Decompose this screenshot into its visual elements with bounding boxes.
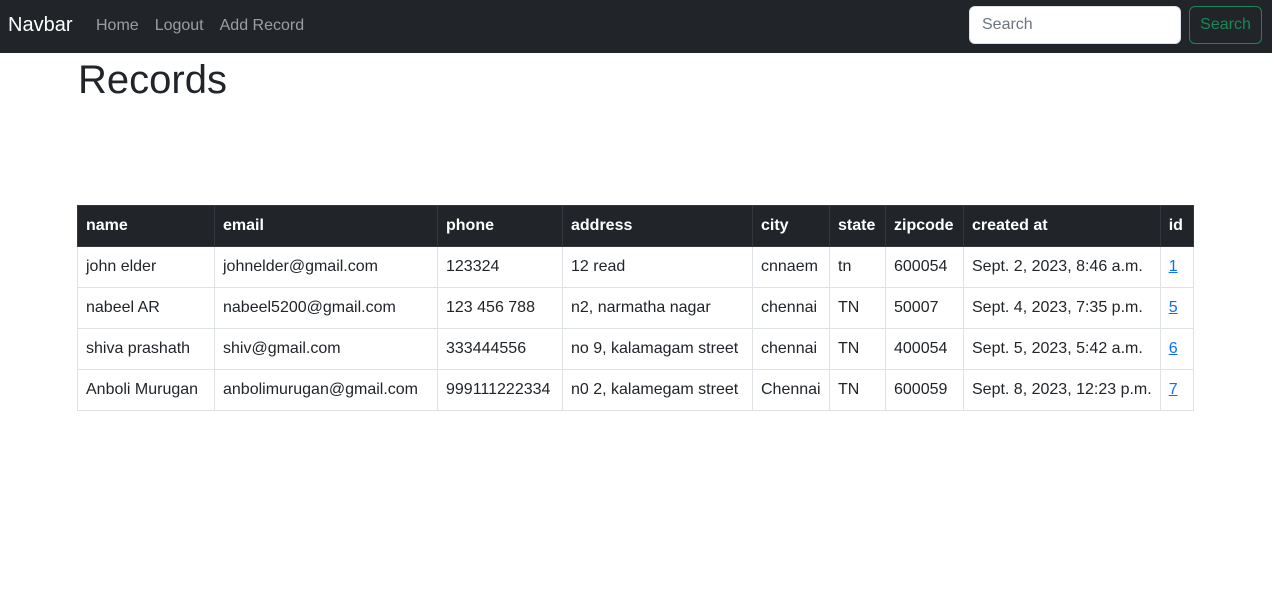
- cell-name: john elder: [77, 246, 215, 288]
- page-title: Records: [78, 58, 227, 102]
- navbar-brand[interactable]: Navbar: [8, 14, 72, 37]
- cell-zipcode: 600054: [885, 246, 964, 288]
- cell-email: anbolimurugan@gmail.com: [214, 369, 438, 411]
- column-header-name: name: [77, 205, 215, 247]
- cell-state: tn: [829, 246, 886, 288]
- cell-created-at: Sept. 5, 2023, 5:42 a.m.: [963, 328, 1161, 370]
- column-header-id: id: [1159, 205, 1194, 247]
- column-header-email: email: [214, 205, 438, 247]
- cell-id: 6: [1159, 328, 1194, 370]
- table-head: name email phone address city state zipc…: [77, 205, 1194, 247]
- cell-created-at: Sept. 2, 2023, 8:46 a.m.: [963, 246, 1161, 288]
- search-form: Search: [969, 6, 1262, 44]
- cell-address: n2, narmatha nagar: [562, 287, 753, 329]
- column-header-zipcode: zipcode: [885, 205, 964, 247]
- cell-city: Chennai: [752, 369, 830, 411]
- cell-address: 12 read: [562, 246, 753, 288]
- cell-zipcode: 50007: [885, 287, 964, 329]
- cell-email: nabeel5200@gmail.com: [214, 287, 438, 329]
- search-input[interactable]: [969, 6, 1181, 44]
- cell-zipcode: 600059: [885, 369, 964, 411]
- cell-zipcode: 400054: [885, 328, 964, 370]
- search-button[interactable]: Search: [1189, 6, 1262, 44]
- cell-phone: 333444556: [437, 328, 563, 370]
- cell-address: no 9, kalamagam street: [562, 328, 753, 370]
- nav-link-add-record[interactable]: Add Record: [220, 17, 305, 35]
- table-row: nabeel AR nabeel5200@gmail.com 123 456 7…: [77, 287, 1194, 329]
- column-header-created-at: created at: [963, 205, 1161, 247]
- table-header-row: name email phone address city state zipc…: [77, 205, 1194, 247]
- table-row: john elder johnelder@gmail.com 123324 12…: [77, 246, 1194, 288]
- record-id-link[interactable]: 5: [1169, 299, 1178, 316]
- cell-city: chennai: [752, 328, 830, 370]
- cell-city: chennai: [752, 287, 830, 329]
- cell-phone: 999111222334: [437, 369, 563, 411]
- column-header-city: city: [752, 205, 830, 247]
- records-table: name email phone address city state zipc…: [77, 205, 1194, 411]
- table-row: Anboli Murugan anbolimurugan@gmail.com 9…: [77, 369, 1194, 411]
- cell-state: TN: [829, 328, 886, 370]
- cell-city: cnnaem: [752, 246, 830, 288]
- cell-name: shiva prashath: [77, 328, 215, 370]
- cell-id: 7: [1159, 369, 1194, 411]
- record-id-link[interactable]: 1: [1169, 258, 1178, 275]
- navbar: Navbar Home Logout Add Record Search: [0, 0, 1272, 53]
- column-header-phone: phone: [437, 205, 563, 247]
- cell-id: 1: [1159, 246, 1194, 288]
- nav-links: Home Logout Add Record: [96, 17, 304, 35]
- cell-address: n0 2, kalamegam street: [562, 369, 753, 411]
- nav-link-logout[interactable]: Logout: [155, 17, 204, 35]
- column-header-state: state: [829, 205, 886, 247]
- record-id-link[interactable]: 6: [1169, 340, 1178, 357]
- nav-link-home[interactable]: Home: [96, 17, 139, 35]
- cell-email: johnelder@gmail.com: [214, 246, 438, 288]
- record-id-link[interactable]: 7: [1169, 381, 1178, 398]
- cell-phone: 123 456 788: [437, 287, 563, 329]
- cell-id: 5: [1159, 287, 1194, 329]
- cell-created-at: Sept. 8, 2023, 12:23 p.m.: [963, 369, 1161, 411]
- cell-state: TN: [829, 287, 886, 329]
- cell-state: TN: [829, 369, 886, 411]
- cell-phone: 123324: [437, 246, 563, 288]
- cell-name: Anboli Murugan: [77, 369, 215, 411]
- cell-created-at: Sept. 4, 2023, 7:35 p.m.: [963, 287, 1161, 329]
- cell-name: nabeel AR: [77, 287, 215, 329]
- table-body: john elder johnelder@gmail.com 123324 12…: [77, 246, 1194, 411]
- column-header-address: address: [562, 205, 753, 247]
- table-row: shiva prashath shiv@gmail.com 333444556 …: [77, 328, 1194, 370]
- cell-email: shiv@gmail.com: [214, 328, 438, 370]
